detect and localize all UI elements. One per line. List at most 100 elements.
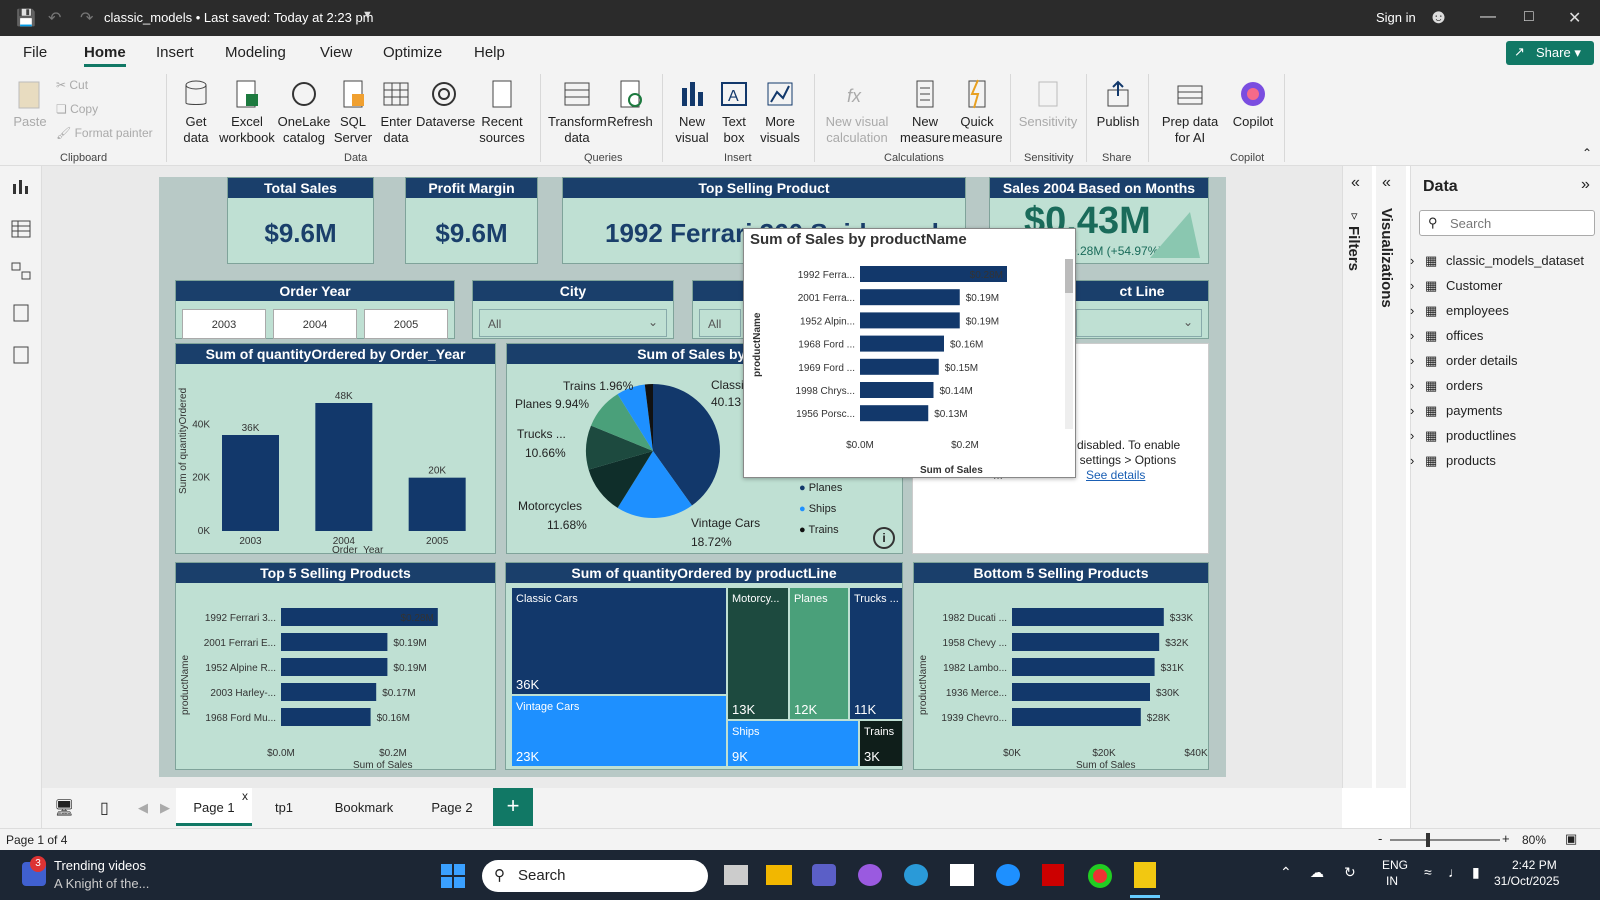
bottom5-products-chart[interactable]: Bottom 5 Selling Products productName Su…: [913, 562, 1209, 771]
menu-file[interactable]: File: [23, 44, 47, 61]
clock-time[interactable]: 2:42 PM: [1512, 858, 1557, 872]
product-line-slicer[interactable]: ct Line ⌄: [1076, 280, 1209, 339]
info-icon[interactable]: i: [873, 527, 895, 549]
maximize-icon[interactable]: □: [1524, 8, 1534, 26]
teams-icon[interactable]: [812, 864, 836, 886]
taskbar-search[interactable]: ⚲ Search: [482, 860, 708, 892]
redo-icon[interactable]: ↷: [80, 8, 93, 28]
add-page-button[interactable]: +: [493, 788, 533, 826]
battery-icon[interactable]: ▮: [1472, 864, 1480, 881]
close-icon[interactable]: ✕: [1568, 8, 1581, 28]
text-box-button[interactable]: A Text box: [714, 78, 754, 146]
new-measure-button[interactable]: New measure: [900, 78, 951, 146]
sign-in-link[interactable]: Sign in: [1376, 10, 1416, 25]
see-details-link[interactable]: See details: [1086, 468, 1145, 482]
data-search-box[interactable]: ⚲ Search: [1419, 210, 1595, 236]
chevron-down-icon[interactable]: ▼: [362, 9, 373, 21]
powerbi-taskbar-icon[interactable]: [1134, 862, 1156, 888]
help-app-icon[interactable]: [996, 864, 1020, 886]
prep-data-for-ai-button[interactable]: Prep data for AI: [1154, 78, 1226, 146]
zoom-slider-thumb[interactable]: [1426, 833, 1430, 847]
menu-modeling[interactable]: Modeling: [225, 44, 286, 61]
cut-button[interactable]: ✂ Cut: [56, 78, 88, 92]
city-dropdown[interactable]: All ⌄: [479, 309, 667, 337]
search-input[interactable]: Search: [1450, 216, 1491, 231]
filters-pane-collapsed[interactable]: « ▿ Filters: [1342, 166, 1372, 788]
account-icon[interactable]: ☻: [1428, 6, 1449, 29]
dax-query-view-icon[interactable]: [11, 304, 31, 322]
get-data-button[interactable]: Get data: [172, 78, 220, 146]
copy-button[interactable]: ❏ Copy: [56, 102, 98, 116]
prev-page-icon[interactable]: ◀: [138, 800, 148, 816]
save-icon[interactable]: 💾: [16, 8, 36, 28]
menu-optimize[interactable]: Optimize: [383, 44, 442, 61]
menu-view[interactable]: View: [320, 44, 352, 61]
close-tab-icon[interactable]: x: [242, 776, 248, 816]
wifi-icon[interactable]: ≈: [1424, 864, 1432, 880]
city-slicer[interactable]: City All ⌄: [472, 280, 674, 339]
chevron-up-icon[interactable]: ⌃: [1280, 864, 1292, 881]
product-line-dropdown[interactable]: ⌄: [1076, 309, 1202, 337]
undo-icon[interactable]: ↶: [48, 8, 61, 28]
top5-products-chart[interactable]: Top 5 Selling Products productName Sum o…: [175, 562, 496, 771]
quick-measure-button[interactable]: Quick measure: [952, 78, 1003, 146]
tab-page-2[interactable]: Page 2: [414, 788, 490, 826]
menu-help[interactable]: Help: [474, 44, 505, 61]
transform-data-button[interactable]: Transform data: [548, 78, 607, 146]
tab-page-1[interactable]: Page 1x: [176, 788, 252, 826]
store-icon[interactable]: [950, 864, 974, 886]
tab-bookmark[interactable]: Bookmark: [316, 788, 412, 826]
clock-date[interactable]: 31/Oct/2025: [1494, 874, 1559, 888]
mcafee-icon[interactable]: [1042, 864, 1064, 886]
refresh-button[interactable]: Refresh: [606, 78, 654, 130]
order-year-slicer[interactable]: Order Year 2003 2004 2005: [175, 280, 455, 339]
zoom-in-icon[interactable]: +: [1502, 831, 1510, 846]
new-visual-calculation-button[interactable]: fx New visual calculation: [820, 78, 894, 146]
onelake-catalog-button[interactable]: OneLake catalog: [276, 78, 332, 146]
collapse-ribbon-icon[interactable]: ⌃: [1582, 146, 1592, 160]
zoom-slider[interactable]: [1390, 839, 1500, 841]
expand-filters-icon[interactable]: «: [1351, 174, 1360, 192]
qty-by-product-line-treemap[interactable]: Sum of quantityOrdered by productLine Cl…: [505, 562, 903, 770]
more-visuals-button[interactable]: More visuals: [754, 78, 806, 146]
collapse-data-pane-icon[interactable]: »: [1581, 176, 1590, 194]
dataverse-button[interactable]: Dataverse: [416, 78, 475, 130]
total-sales-card[interactable]: Total Sales $9.6M: [227, 177, 374, 264]
mobile-layout-icon[interactable]: ▯: [100, 798, 109, 818]
language-line1[interactable]: ENG: [1382, 858, 1408, 872]
fit-page-icon[interactable]: ▣: [1565, 831, 1577, 847]
enter-data-button[interactable]: Enter data: [376, 78, 416, 146]
copilot-button[interactable]: Copilot: [1228, 78, 1278, 130]
year-2005-button[interactable]: 2005: [364, 309, 448, 339]
onedrive-icon[interactable]: ☁: [1310, 864, 1324, 881]
task-view-icon[interactable]: [724, 865, 748, 885]
format-painter-button[interactable]: 🖌 Format painter: [56, 126, 153, 140]
country-slicer[interactable]: All: [692, 280, 748, 339]
news-title[interactable]: Trending videos: [54, 858, 146, 873]
sensitivity-button[interactable]: Sensitivity: [1016, 78, 1080, 130]
copilot-app-icon[interactable]: [858, 864, 882, 886]
excel-workbook-button[interactable]: Excel workbook: [218, 78, 276, 146]
zoom-level[interactable]: 80%: [1522, 833, 1546, 847]
desktop-layout-icon[interactable]: 🖥: [54, 798, 74, 818]
share-button[interactable]: ↗ Share ▾: [1506, 41, 1594, 65]
qty-by-year-chart[interactable]: Sum of quantityOrdered by Order_Year Sum…: [175, 343, 496, 554]
visualizations-pane-collapsed[interactable]: « Visualizations: [1376, 166, 1406, 788]
language-line2[interactable]: IN: [1386, 874, 1398, 888]
expand-visualizations-icon[interactable]: «: [1382, 174, 1391, 192]
news-subtitle[interactable]: A Knight of the...: [54, 876, 149, 891]
zoom-out-icon[interactable]: -: [1378, 831, 1382, 846]
new-visual-button[interactable]: New visual: [670, 78, 714, 146]
model-view-icon[interactable]: [11, 262, 31, 280]
menu-insert[interactable]: Insert: [156, 44, 194, 61]
windows-start-icon[interactable]: [441, 864, 465, 888]
next-page-icon[interactable]: ▶: [160, 800, 170, 816]
paste-button[interactable]: Paste: [10, 78, 50, 130]
profit-margin-card[interactable]: Profit Margin $9.6M: [405, 177, 538, 264]
recent-sources-button[interactable]: Recent sources: [474, 78, 530, 146]
volume-icon[interactable]: ♩: [1448, 864, 1462, 880]
year-2004-button[interactable]: 2004: [273, 309, 357, 339]
country-dropdown[interactable]: All: [699, 309, 741, 337]
file-explorer-icon[interactable]: [766, 865, 792, 885]
window-title[interactable]: classic_models • Last saved: Today at 2:…: [104, 10, 374, 25]
